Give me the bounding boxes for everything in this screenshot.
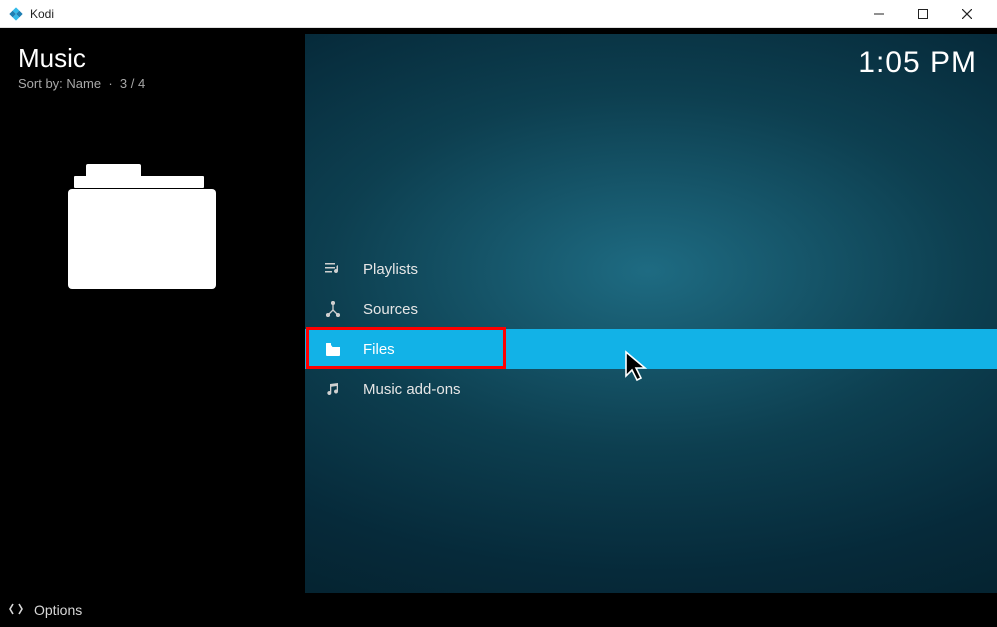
page-header: Music Sort by: Name · 3 / 4	[0, 34, 305, 95]
window-titlebar: Kodi	[0, 0, 997, 28]
menu-item-label: Music add-ons	[363, 381, 461, 398]
page-subtitle: Sort by: Name · 3 / 4	[18, 76, 287, 91]
menu-item-music-addons[interactable]: Music add-ons	[305, 369, 997, 409]
options-label[interactable]: Options	[34, 602, 82, 618]
minimize-button[interactable]	[857, 0, 901, 28]
menu-item-files[interactable]: Files	[305, 329, 997, 369]
kodi-logo-icon	[8, 6, 24, 22]
folder-icon	[323, 342, 343, 356]
bottom-bar: Options	[0, 593, 997, 627]
playlist-icon	[323, 261, 343, 277]
sources-icon	[323, 301, 343, 317]
main-menu: Playlists Sources	[305, 249, 997, 409]
maximize-button[interactable]	[901, 0, 945, 28]
app-area: Music Sort by: Name · 3 / 4 1:05 PM	[0, 34, 997, 627]
menu-item-label: Playlists	[363, 261, 418, 278]
window-title: Kodi	[30, 7, 54, 21]
menu-item-sources[interactable]: Sources	[305, 289, 997, 329]
menu-item-playlists[interactable]: Playlists	[305, 249, 997, 289]
music-icon	[323, 381, 343, 397]
window-controls	[857, 0, 989, 28]
content-area: 1:05 PM Playlists	[305, 34, 997, 627]
list-position: 3 / 4	[120, 76, 145, 91]
clock: 1:05 PM	[858, 46, 977, 80]
sort-label: Sort by: Name	[18, 76, 101, 91]
menu-item-label: Sources	[363, 301, 418, 318]
sidebar: Music Sort by: Name · 3 / 4	[0, 34, 305, 627]
options-icon[interactable]	[8, 601, 24, 620]
folder-large-icon	[68, 154, 218, 294]
close-button[interactable]	[945, 0, 989, 28]
titlebar-left: Kodi	[8, 6, 857, 22]
menu-item-label: Files	[363, 341, 395, 358]
page-title: Music	[18, 44, 287, 73]
